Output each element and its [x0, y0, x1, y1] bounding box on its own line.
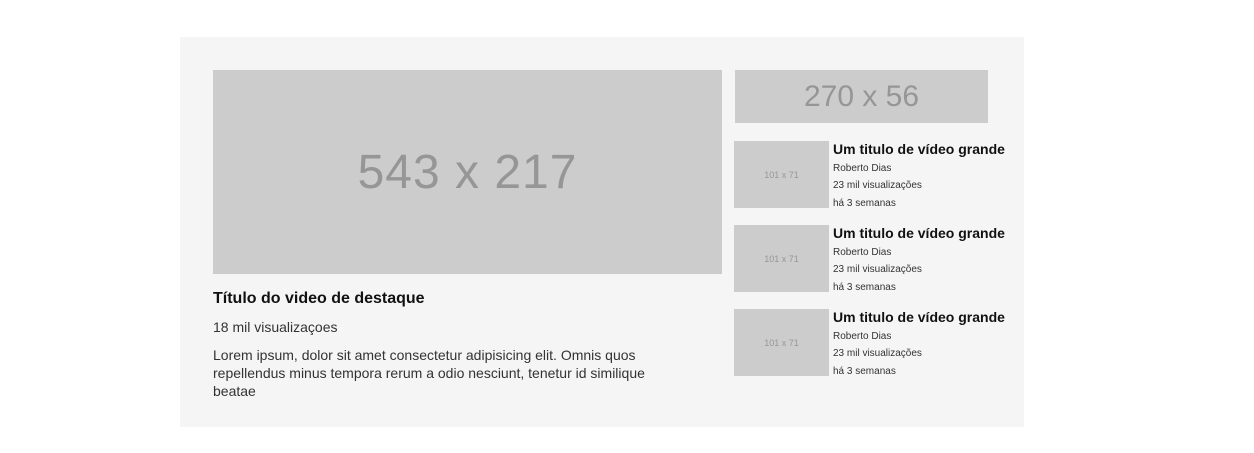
sidebar-video-thumbnail[interactable]: 101 x 71 — [734, 141, 829, 208]
featured-video-description: Lorem ipsum, dolor sit amet consectetur … — [213, 347, 645, 399]
sidebar-thumbnail-label: 101 x 71 — [764, 169, 799, 180]
sidebar-video-title[interactable]: Um titulo de vídeo grande — [833, 309, 1005, 325]
sidebar-thumbnail-label: 101 x 71 — [764, 253, 799, 264]
sidebar-video-thumbnail[interactable]: 101 x 71 — [734, 309, 829, 376]
sidebar-video-item[interactable]: 101 x 71 Um titulo de vídeo grande Rober… — [734, 309, 1014, 379]
sidebar-video-views: 23 mil visualizações — [833, 180, 922, 191]
featured-video-title[interactable]: Título do video de destaque — [213, 290, 425, 308]
featured-thumbnail-label: 543 x 217 — [357, 145, 578, 199]
sidebar-video-age: há 3 semanas — [833, 282, 896, 293]
sidebar-video-age: há 3 semanas — [833, 198, 896, 209]
sidebar-video-views: 23 mil visualizações — [833, 348, 922, 359]
sidebar-video-views: 23 mil visualizações — [833, 264, 922, 275]
sidebar-video-author: Roberto Dias — [833, 331, 892, 342]
ad-banner[interactable]: 270 x 56 — [735, 70, 988, 123]
sidebar-video-author: Roberto Dias — [833, 163, 892, 174]
sidebar-video-title[interactable]: Um titulo de vídeo grande — [833, 141, 1005, 157]
sidebar-video-item[interactable]: 101 x 71 Um titulo de vídeo grande Rober… — [734, 225, 1014, 295]
sidebar-video-title[interactable]: Um titulo de vídeo grande — [833, 225, 1005, 241]
sidebar-video-age: há 3 semanas — [833, 366, 896, 377]
sidebar-thumbnail-label: 101 x 71 — [764, 337, 799, 348]
sidebar-video-item[interactable]: 101 x 71 Um titulo de vídeo grande Rober… — [734, 141, 1014, 211]
sidebar-video-author: Roberto Dias — [833, 247, 892, 258]
ad-banner-label: 270 x 56 — [803, 79, 920, 113]
featured-video-views: 18 mil visualizaçoes — [213, 319, 338, 335]
sidebar-video-thumbnail[interactable]: 101 x 71 — [734, 225, 829, 292]
video-panel: 543 x 217 Título do video de destaque 18… — [180, 37, 1024, 427]
featured-video-thumbnail[interactable]: 543 x 217 — [213, 70, 722, 274]
